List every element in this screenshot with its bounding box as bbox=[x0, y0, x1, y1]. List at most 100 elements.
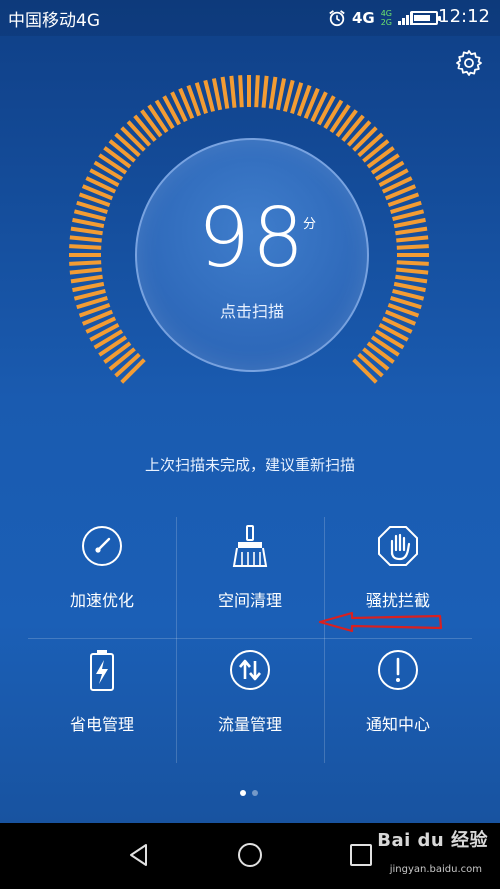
gauge-tick bbox=[352, 126, 378, 152]
gauge-tick bbox=[283, 79, 295, 112]
gauge-tick bbox=[108, 139, 136, 163]
battery-charge-icon bbox=[90, 650, 114, 691]
gauge-tick bbox=[73, 209, 106, 221]
gauge-tick bbox=[203, 79, 215, 112]
gauge-tick bbox=[140, 109, 163, 138]
feature-label: 加速优化 bbox=[69, 591, 134, 610]
gauge-tick bbox=[69, 244, 102, 250]
gauge-tick bbox=[70, 226, 103, 236]
annotation-arrow bbox=[318, 611, 443, 633]
back-icon[interactable] bbox=[124, 840, 154, 870]
gauge-tick bbox=[352, 358, 378, 384]
gauge-tick bbox=[396, 260, 429, 266]
gauge-tick bbox=[396, 244, 429, 250]
gauge-tick bbox=[73, 289, 106, 301]
gauge-tick bbox=[98, 335, 128, 357]
scan-button[interactable]: 98 点击扫描 bbox=[135, 138, 369, 372]
gauge-tick bbox=[238, 75, 244, 108]
gauge-tick bbox=[72, 217, 105, 229]
gauge-tick bbox=[346, 120, 372, 147]
gauge-tick bbox=[395, 226, 428, 236]
gauge-tick bbox=[370, 153, 400, 175]
gauge-tick bbox=[120, 126, 146, 152]
feature-notification-center[interactable]: 通知中心 bbox=[324, 639, 472, 759]
network-type-label: 4G bbox=[351, 9, 375, 27]
battery-fill bbox=[414, 15, 430, 21]
feature-label: 骚扰拦截 bbox=[365, 591, 430, 610]
clock: 12:12 bbox=[438, 6, 490, 27]
status-icons: 4G 4G 2G bbox=[328, 7, 414, 29]
feature-power-manage[interactable]: 省电管理 bbox=[28, 639, 176, 759]
gauge-tick bbox=[220, 76, 230, 109]
page-indicator bbox=[240, 790, 264, 796]
feature-grid: 加速优化 空间清理 骚扰拦截 省电管理 流量管理 通知中心 bbox=[28, 515, 472, 765]
recents-icon[interactable] bbox=[346, 840, 376, 870]
watermark-brand: Bai du 经验 bbox=[377, 830, 488, 851]
gauge-tick bbox=[393, 281, 426, 293]
gauge-tick bbox=[395, 274, 428, 284]
gauge-tick bbox=[393, 217, 426, 229]
gauge-tick bbox=[103, 341, 132, 364]
gauge-tick bbox=[69, 235, 102, 243]
feature-label: 通知中心 bbox=[365, 715, 430, 734]
battery-icon bbox=[410, 11, 441, 25]
gauge-tick bbox=[114, 352, 141, 378]
data-arrows-icon bbox=[230, 650, 270, 690]
gauge-tick bbox=[362, 139, 390, 163]
gauge-tick bbox=[335, 109, 358, 138]
gauge-tick bbox=[366, 341, 395, 364]
gauge-tick bbox=[72, 281, 105, 293]
gauge-tick bbox=[69, 260, 102, 266]
speedometer-icon bbox=[82, 526, 122, 566]
gauge-tick bbox=[254, 75, 260, 108]
status-bar: 中国移动4G 4G 4G 2G 12:12 bbox=[0, 0, 500, 36]
gauge-tick bbox=[366, 146, 395, 169]
gear-icon[interactable] bbox=[454, 48, 484, 78]
stop-hand-icon bbox=[378, 526, 418, 566]
gauge-tick bbox=[268, 76, 278, 109]
gauge-tick bbox=[133, 114, 157, 142]
gauge-tick bbox=[329, 104, 351, 134]
gauge-tick bbox=[261, 75, 269, 108]
scan-button-label: 点击扫描 bbox=[219, 302, 284, 321]
gauge-tick bbox=[114, 132, 141, 158]
gauge-tick bbox=[69, 267, 102, 275]
feature-space-clean[interactable]: 空间清理 bbox=[176, 515, 324, 635]
sim1-network: 4G bbox=[380, 9, 392, 18]
gauge-tick bbox=[108, 347, 136, 371]
gauge-tick bbox=[357, 352, 384, 378]
feature-label: 空间清理 bbox=[217, 591, 282, 610]
gauge-tick bbox=[120, 358, 146, 384]
gauge-tick bbox=[341, 114, 365, 142]
watermark-url: jingyan.baidu.com bbox=[389, 864, 482, 875]
carrier-name: 中国移动4G bbox=[8, 11, 100, 31]
dual-sim-indicator: 4G 2G bbox=[381, 9, 392, 27]
home-icon[interactable] bbox=[235, 840, 265, 870]
broom-icon bbox=[232, 525, 268, 567]
gauge-tick bbox=[70, 274, 103, 284]
scan-hint: 上次扫描未完成，建议重新扫描 bbox=[144, 456, 355, 474]
gauge-tick bbox=[126, 120, 152, 147]
sim2-network: 2G bbox=[380, 18, 392, 27]
health-score: 98 bbox=[197, 191, 307, 286]
page-dot-active bbox=[240, 790, 246, 796]
gauge-tick bbox=[362, 347, 390, 371]
gauge-tick bbox=[357, 132, 384, 158]
alarm-icon bbox=[329, 10, 345, 27]
gauge-tick bbox=[392, 209, 425, 221]
feature-traffic-manage[interactable]: 流量管理 bbox=[176, 639, 324, 759]
feature-label: 省电管理 bbox=[69, 715, 134, 734]
gauge-tick bbox=[392, 289, 425, 301]
gauge-tick bbox=[98, 153, 128, 175]
score-unit: 分 bbox=[303, 217, 317, 232]
gauge-tick bbox=[103, 146, 132, 169]
feature-speed-optimize[interactable]: 加速优化 bbox=[28, 515, 176, 635]
page-dot bbox=[252, 790, 258, 796]
gauge-tick bbox=[211, 78, 223, 111]
gauge-tick bbox=[396, 267, 429, 275]
gauge-tick bbox=[229, 75, 237, 108]
gauge-tick bbox=[147, 104, 169, 134]
gauge-tick bbox=[396, 235, 429, 243]
feature-label: 流量管理 bbox=[217, 715, 282, 734]
gauge-tick bbox=[275, 78, 287, 111]
